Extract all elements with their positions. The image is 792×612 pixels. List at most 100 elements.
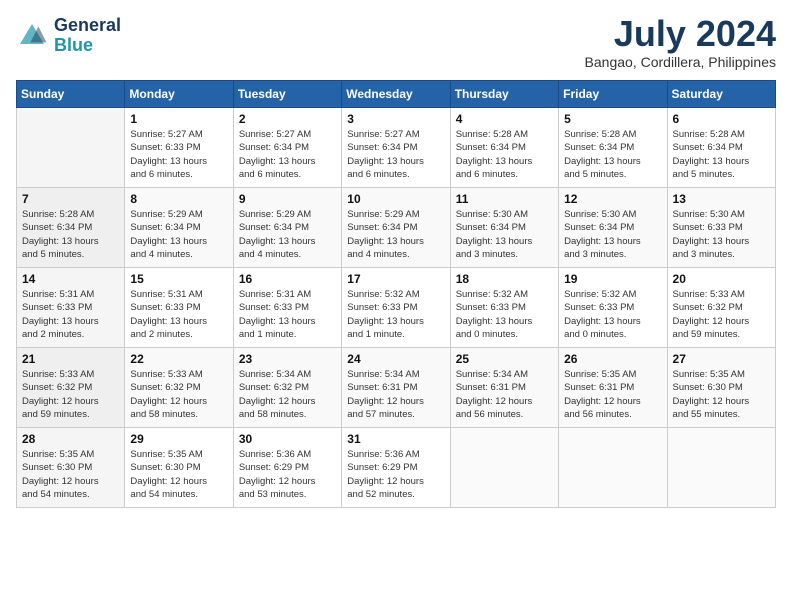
- calendar-cell: 8 Sunrise: 5:29 AM Sunset: 6:34 PM Daylig…: [125, 188, 233, 268]
- calendar-cell: [667, 428, 775, 508]
- day-number: 20: [673, 272, 770, 286]
- day-info: Sunrise: 5:27 AM Sunset: 6:34 PM Dayligh…: [239, 128, 336, 181]
- calendar-cell: 30 Sunrise: 5:36 AM Sunset: 6:29 PM Dayli…: [233, 428, 341, 508]
- calendar-cell: 25 Sunrise: 5:34 AM Sunset: 6:31 PM Dayli…: [450, 348, 558, 428]
- day-info: Sunrise: 5:33 AM Sunset: 6:32 PM Dayligh…: [22, 368, 119, 421]
- day-info: Sunrise: 5:34 AM Sunset: 6:31 PM Dayligh…: [456, 368, 553, 421]
- day-number: 5: [564, 112, 661, 126]
- day-number: 27: [673, 352, 770, 366]
- logo-icon: [16, 20, 48, 52]
- day-number: 12: [564, 192, 661, 206]
- day-number: 19: [564, 272, 661, 286]
- day-number: 8: [130, 192, 227, 206]
- day-number: 1: [130, 112, 227, 126]
- day-info: Sunrise: 5:27 AM Sunset: 6:34 PM Dayligh…: [347, 128, 444, 181]
- calendar-cell: 21 Sunrise: 5:33 AM Sunset: 6:32 PM Dayli…: [17, 348, 125, 428]
- day-info: Sunrise: 5:31 AM Sunset: 6:33 PM Dayligh…: [239, 288, 336, 341]
- day-number: 9: [239, 192, 336, 206]
- column-header-saturday: Saturday: [667, 81, 775, 108]
- calendar-cell: 10Sunrise: 5:29 AM Sunset: 6:34 PM Dayli…: [342, 188, 450, 268]
- week-row-3: 14 Sunrise: 5:31 AM Sunset: 6:33 PM Dayli…: [17, 268, 776, 348]
- calendar-cell: 12 Sunrise: 5:30 AM Sunset: 6:34 PM Dayli…: [559, 188, 667, 268]
- day-number: 16: [239, 272, 336, 286]
- day-number: 28: [22, 432, 119, 446]
- calendar-cell: 20 Sunrise: 5:33 AM Sunset: 6:32 PM Dayli…: [667, 268, 775, 348]
- calendar-cell: 2 Sunrise: 5:27 AM Sunset: 6:34 PM Daylig…: [233, 108, 341, 188]
- day-info: Sunrise: 5:28 AM Sunset: 6:34 PM Dayligh…: [456, 128, 553, 181]
- day-number: 18: [456, 272, 553, 286]
- day-number: 31: [347, 432, 444, 446]
- calendar-cell: 11 Sunrise: 5:30 AM Sunset: 6:34 PM Dayli…: [450, 188, 558, 268]
- day-number: 3: [347, 112, 444, 126]
- day-info: Sunrise: 5:32 AM Sunset: 6:33 PM Dayligh…: [347, 288, 444, 341]
- day-number: 13: [673, 192, 770, 206]
- calendar-cell: 9 Sunrise: 5:29 AM Sunset: 6:34 PM Daylig…: [233, 188, 341, 268]
- calendar-cell: 27 Sunrise: 5:35 AM Sunset: 6:30 PM Dayli…: [667, 348, 775, 428]
- calendar-cell: 6 Sunrise: 5:28 AM Sunset: 6:34 PM Daylig…: [667, 108, 775, 188]
- day-info: Sunrise: 5:28 AM Sunset: 6:34 PM Dayligh…: [22, 208, 119, 261]
- page-header: General Blue July 2024 Bangao, Cordiller…: [16, 16, 776, 70]
- column-header-monday: Monday: [125, 81, 233, 108]
- month-title: July 2024: [585, 16, 776, 52]
- day-number: 17: [347, 272, 444, 286]
- column-header-friday: Friday: [559, 81, 667, 108]
- day-info: Sunrise: 5:29 AM Sunset: 6:34 PM Dayligh…: [130, 208, 227, 261]
- day-info: Sunrise: 5:36 AM Sunset: 6:29 PM Dayligh…: [347, 448, 444, 501]
- day-info: Sunrise: 5:28 AM Sunset: 6:34 PM Dayligh…: [673, 128, 770, 181]
- day-info: Sunrise: 5:34 AM Sunset: 6:31 PM Dayligh…: [347, 368, 444, 421]
- day-info: Sunrise: 5:36 AM Sunset: 6:29 PM Dayligh…: [239, 448, 336, 501]
- day-number: 24: [347, 352, 444, 366]
- day-number: 11: [456, 192, 553, 206]
- day-number: 2: [239, 112, 336, 126]
- day-number: 26: [564, 352, 661, 366]
- day-number: 14: [22, 272, 119, 286]
- calendar-cell: 7 Sunrise: 5:28 AM Sunset: 6:34 PM Daylig…: [17, 188, 125, 268]
- day-info: Sunrise: 5:33 AM Sunset: 6:32 PM Dayligh…: [673, 288, 770, 341]
- day-number: 7: [22, 192, 119, 206]
- calendar-cell: 28 Sunrise: 5:35 AM Sunset: 6:30 PM Dayli…: [17, 428, 125, 508]
- day-info: Sunrise: 5:27 AM Sunset: 6:33 PM Dayligh…: [130, 128, 227, 181]
- day-number: 29: [130, 432, 227, 446]
- day-info: Sunrise: 5:28 AM Sunset: 6:34 PM Dayligh…: [564, 128, 661, 181]
- column-header-sunday: Sunday: [17, 81, 125, 108]
- calendar-cell: 16 Sunrise: 5:31 AM Sunset: 6:33 PM Dayli…: [233, 268, 341, 348]
- day-info: Sunrise: 5:35 AM Sunset: 6:30 PM Dayligh…: [673, 368, 770, 421]
- day-info: Sunrise: 5:33 AM Sunset: 6:32 PM Dayligh…: [130, 368, 227, 421]
- calendar-cell: 3 Sunrise: 5:27 AM Sunset: 6:34 PM Daylig…: [342, 108, 450, 188]
- calendar-header-row: SundayMondayTuesdayWednesdayThursdayFrid…: [17, 81, 776, 108]
- calendar-cell: 1 Sunrise: 5:27 AM Sunset: 6:33 PM Daylig…: [125, 108, 233, 188]
- calendar-cell: 19 Sunrise: 5:32 AM Sunset: 6:33 PM Dayli…: [559, 268, 667, 348]
- day-number: 25: [456, 352, 553, 366]
- calendar-cell: [450, 428, 558, 508]
- day-info: Sunrise: 5:29 AM Sunset: 6:34 PM Dayligh…: [239, 208, 336, 261]
- day-info: Sunrise: 5:34 AM Sunset: 6:32 PM Dayligh…: [239, 368, 336, 421]
- day-info: Sunrise: 5:35 AM Sunset: 6:30 PM Dayligh…: [130, 448, 227, 501]
- location: Bangao, Cordillera, Philippines: [585, 54, 776, 70]
- day-number: 4: [456, 112, 553, 126]
- column-header-wednesday: Wednesday: [342, 81, 450, 108]
- day-info: Sunrise: 5:30 AM Sunset: 6:34 PM Dayligh…: [456, 208, 553, 261]
- column-header-tuesday: Tuesday: [233, 81, 341, 108]
- day-info: Sunrise: 5:30 AM Sunset: 6:33 PM Dayligh…: [673, 208, 770, 261]
- calendar-cell: 14 Sunrise: 5:31 AM Sunset: 6:33 PM Dayli…: [17, 268, 125, 348]
- calendar-cell: [559, 428, 667, 508]
- day-info: Sunrise: 5:29 AM Sunset: 6:34 PM Dayligh…: [347, 208, 444, 261]
- day-info: Sunrise: 5:35 AM Sunset: 6:30 PM Dayligh…: [22, 448, 119, 501]
- day-number: 30: [239, 432, 336, 446]
- column-header-thursday: Thursday: [450, 81, 558, 108]
- calendar-cell: 26Sunrise: 5:35 AM Sunset: 6:31 PM Dayli…: [559, 348, 667, 428]
- day-info: Sunrise: 5:30 AM Sunset: 6:34 PM Dayligh…: [564, 208, 661, 261]
- calendar-cell: 13 Sunrise: 5:30 AM Sunset: 6:33 PM Dayli…: [667, 188, 775, 268]
- day-info: Sunrise: 5:31 AM Sunset: 6:33 PM Dayligh…: [22, 288, 119, 341]
- day-number: 23: [239, 352, 336, 366]
- calendar-cell: 5 Sunrise: 5:28 AM Sunset: 6:34 PM Daylig…: [559, 108, 667, 188]
- calendar-cell: 17 Sunrise: 5:32 AM Sunset: 6:33 PM Dayli…: [342, 268, 450, 348]
- calendar-cell: [17, 108, 125, 188]
- calendar-cell: 15Sunrise: 5:31 AM Sunset: 6:33 PM Dayli…: [125, 268, 233, 348]
- day-number: 21: [22, 352, 119, 366]
- week-row-5: 28 Sunrise: 5:35 AM Sunset: 6:30 PM Dayli…: [17, 428, 776, 508]
- day-info: Sunrise: 5:32 AM Sunset: 6:33 PM Dayligh…: [564, 288, 661, 341]
- title-block: July 2024 Bangao, Cordillera, Philippine…: [585, 16, 776, 70]
- day-number: 6: [673, 112, 770, 126]
- logo: General Blue: [16, 16, 121, 56]
